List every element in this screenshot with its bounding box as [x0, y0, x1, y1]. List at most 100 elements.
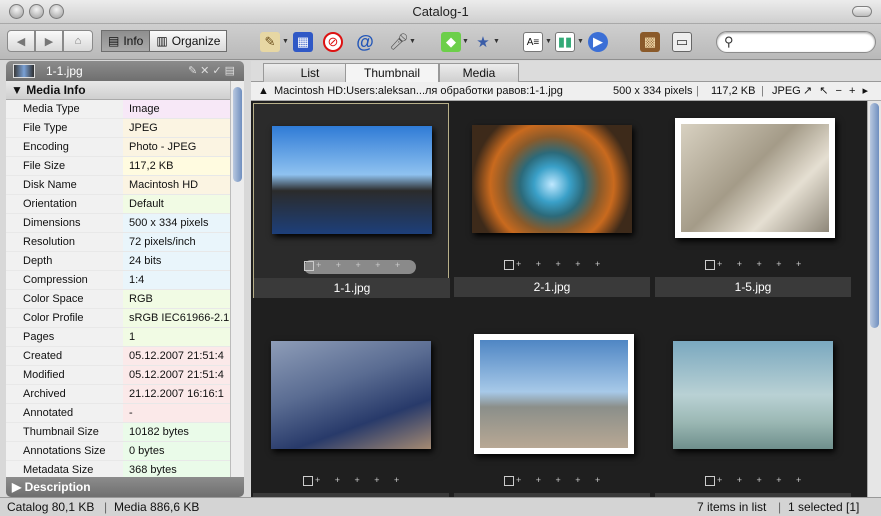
photo-thumbnail[interactable]	[271, 341, 431, 449]
scroll-thumb[interactable]	[870, 103, 879, 328]
thumbnail-item[interactable]: + + + + +1-4.jpg	[454, 319, 650, 514]
tab-list[interactable]: List	[263, 63, 357, 82]
photo-thumbnail[interactable]	[675, 118, 835, 238]
info-value: Photo - JPEG	[123, 138, 230, 156]
path-triangle-icon[interactable]: ▲	[258, 82, 269, 101]
forward-button[interactable]: ▶	[35, 30, 63, 52]
info-mode-button[interactable]: ▤ Info	[102, 31, 151, 51]
info-row[interactable]: Depth 24 bits	[6, 252, 230, 271]
annotation-strip[interactable]: + + + + +	[504, 475, 616, 489]
info-key: Archived	[6, 385, 123, 403]
image-file-size: 117,2 KB	[711, 85, 756, 97]
photo-thumbnail[interactable]	[673, 341, 833, 449]
star-icon[interactable]: ★	[473, 32, 493, 52]
inspector-file-name: 1-1.jpg	[46, 64, 83, 78]
chevron-down-icon[interactable]: ▼	[545, 38, 552, 45]
scroll-thumb[interactable]	[233, 87, 242, 182]
media-info-section[interactable]: ▼ Media Info	[6, 81, 230, 100]
info-row[interactable]: Compression 1:4	[6, 271, 230, 290]
disclosure-triangle-icon[interactable]: ▼	[11, 83, 23, 97]
chevron-down-icon[interactable]: ▼	[493, 38, 500, 45]
thumbnail-item[interactable]: + + + + + 1-1.jpg	[253, 103, 450, 298]
label-checkbox[interactable]	[705, 259, 715, 270]
zoom-controls[interactable]: ↗ ↖ − + ▸	[803, 82, 870, 101]
info-row[interactable]: File Type JPEG	[6, 119, 230, 138]
text-format-icon[interactable]: A≡	[523, 32, 543, 52]
chevron-down-icon[interactable]: ▼	[462, 38, 469, 45]
tab-media[interactable]: Media	[439, 63, 519, 82]
play-icon[interactable]: ▶	[588, 32, 608, 52]
organize-mode-button[interactable]: ▥ Organize	[150, 31, 227, 51]
search-input[interactable]: ⚲	[716, 31, 876, 53]
panel-icon: ▥	[156, 34, 168, 48]
info-row[interactable]: Dimensions 500 x 334 pixels	[6, 214, 230, 233]
at-icon[interactable]: @	[355, 32, 375, 52]
photo-thumbnail[interactable]	[272, 126, 432, 234]
info-row[interactable]: Created 05.12.2007 21:51:4	[6, 347, 230, 366]
tab-thumbnail[interactable]: Thumbnail	[345, 63, 439, 83]
info-key: Media Type	[6, 100, 123, 118]
disclosure-triangle-icon[interactable]: ▶	[12, 480, 21, 494]
info-row[interactable]: Thumbnail Size 10182 bytes	[6, 423, 230, 442]
info-row[interactable]: Pages 1	[6, 328, 230, 347]
home-button[interactable]: ⌂	[63, 30, 93, 52]
info-row[interactable]: Media Type Image	[6, 100, 230, 119]
info-value: sRGB IEC61966-2.1	[123, 309, 230, 327]
back-button[interactable]: ◀	[7, 30, 35, 52]
info-key: Encoding	[6, 138, 123, 156]
rating-dots[interactable]: + + + + +	[316, 260, 406, 270]
no-entry-icon[interactable]: ⊘	[323, 32, 343, 52]
annotation-strip[interactable]: + + + + +	[705, 259, 817, 273]
label-checkbox[interactable]	[504, 475, 514, 486]
gem-icon[interactable]: ◆	[441, 32, 461, 52]
annotation-strip[interactable]: + + + + +	[705, 475, 817, 489]
photo-thumbnail[interactable]	[474, 334, 634, 454]
inspector-scrollbar[interactable]	[230, 81, 244, 480]
info-row[interactable]: Color Space RGB	[6, 290, 230, 309]
inspector-actions[interactable]: ✎✕✓▤	[188, 64, 238, 77]
chevron-down-icon[interactable]: ▼	[409, 38, 416, 45]
grid-scrollbar[interactable]	[867, 101, 881, 497]
info-row[interactable]: Encoding Photo - JPEG	[6, 138, 230, 157]
info-row[interactable]: Annotations Size 0 bytes	[6, 442, 230, 461]
info-row[interactable]: Orientation Default	[6, 195, 230, 214]
rating-dots[interactable]: + + + + +	[717, 259, 807, 269]
info-row[interactable]: Disk Name Macintosh HD	[6, 176, 230, 195]
info-row[interactable]: Color Profile sRGB IEC61966-2.1	[6, 309, 230, 328]
window-title: Catalog-1	[412, 4, 469, 19]
film-icon[interactable]: ▦	[293, 32, 313, 52]
rating-dots[interactable]: + + + + +	[717, 475, 807, 485]
label-checkbox[interactable]	[705, 475, 715, 486]
thumbnail-item[interactable]: + + + + +1-3.jpg	[655, 319, 851, 514]
label-checkbox[interactable]	[504, 259, 514, 270]
label-checkbox[interactable]	[303, 475, 313, 486]
thumbnail-item[interactable]: + + + + + 2-1.jpg	[454, 103, 650, 298]
picture-icon[interactable]: ▭	[672, 32, 692, 52]
bar-chart-icon[interactable]: ▮▮	[555, 32, 575, 52]
info-row[interactable]: Annotated -	[6, 404, 230, 423]
info-row[interactable]: Archived 21.12.2007 16:16:1	[6, 385, 230, 404]
chevron-down-icon[interactable]: ▼	[282, 38, 289, 45]
rating-dots[interactable]: + + + + +	[516, 475, 606, 485]
chevron-down-icon[interactable]: ▼	[577, 38, 584, 45]
thumbnail-item[interactable]: + + + + +2-2.jpg	[253, 319, 449, 514]
annotation-strip[interactable]: + + + + +	[504, 259, 616, 273]
catalog-size: Catalog 80,1 KB	[7, 500, 95, 514]
annotation-strip[interactable]: + + + + +	[303, 475, 415, 489]
thumbnail-item[interactable]: + + + + + 1-5.jpg	[655, 103, 851, 298]
pen-icon[interactable]: ✎	[260, 32, 280, 52]
organize-label: Organize	[171, 34, 221, 48]
mic-icon[interactable]: 🎤︎	[389, 32, 409, 52]
annotation-strip[interactable]: + + + + +	[304, 260, 416, 274]
description-section[interactable]: ▶ Description	[6, 477, 244, 497]
contact-sheet-icon[interactable]: ▩	[640, 32, 660, 52]
info-row[interactable]: Resolution 72 pixels/inch	[6, 233, 230, 252]
rating-dots[interactable]: + + + + +	[315, 475, 405, 485]
photo-thumbnail[interactable]	[472, 125, 632, 233]
info-row[interactable]: File Size 117,2 KB	[6, 157, 230, 176]
info-row[interactable]: Modified 05.12.2007 21:51:4	[6, 366, 230, 385]
info-value: Default	[123, 195, 230, 213]
toolbar-toggle-button[interactable]	[852, 6, 872, 17]
label-checkbox[interactable]	[304, 260, 314, 271]
rating-dots[interactable]: + + + + +	[516, 259, 606, 269]
